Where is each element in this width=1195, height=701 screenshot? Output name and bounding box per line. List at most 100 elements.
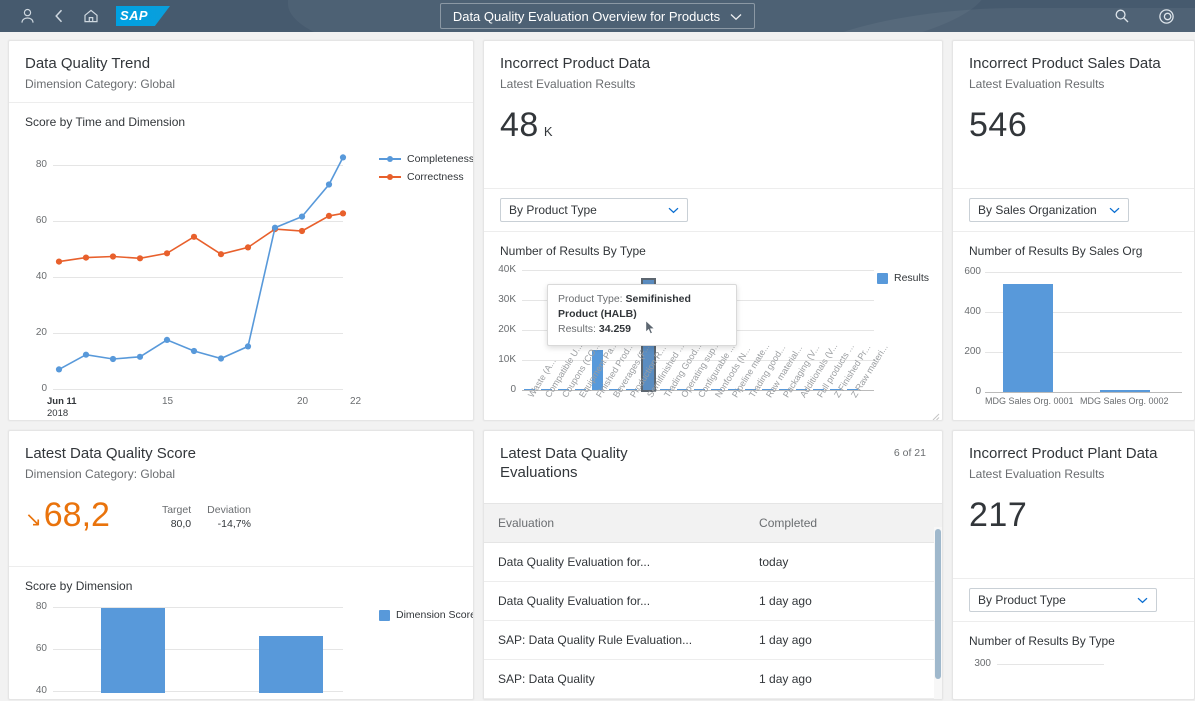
- deviation-group: Deviation -14,7%: [207, 504, 251, 530]
- cell-completed: 1 day ago: [745, 581, 942, 621]
- table-scrollbar[interactable]: [934, 527, 942, 699]
- series-completeness-points: [55, 154, 347, 373]
- table-row[interactable]: Data Quality Evaluation for... 1 day ago: [484, 581, 942, 621]
- chart-title: Score by Dimension: [25, 579, 133, 593]
- evaluations-table[interactable]: Evaluation Completed Data Quality Evalua…: [484, 503, 942, 699]
- table-row[interactable]: SAP: Data Quality 1 day ago: [484, 659, 942, 699]
- y-tick-40k: 40K: [498, 264, 516, 275]
- chart-title: Number of Results By Sales Org: [969, 244, 1143, 258]
- result-count: 6 of 21: [893, 447, 926, 459]
- chart-title: Score by Time and Dimension: [25, 115, 186, 129]
- app-title-button[interactable]: Data Quality Evaluation Overview for Pro…: [439, 3, 756, 29]
- card-header: Incorrect Product Sales Data Latest Eval…: [953, 41, 1194, 102]
- y-tick-60: 60: [35, 215, 47, 226]
- bar-group: [985, 262, 1175, 392]
- card-title: Latest Data Quality Evaluations: [500, 445, 628, 481]
- series-completeness-line: [58, 157, 344, 371]
- column-header-evaluation: Evaluation: [484, 503, 746, 543]
- legend-label: Results: [982, 420, 1017, 421]
- legend-correctness[interactable]: Correctness: [379, 171, 464, 183]
- kpi-value: 217: [969, 496, 1028, 534]
- kpi-value-group: 546: [953, 102, 1194, 146]
- y-tick-0: 0: [975, 386, 981, 397]
- card-incorrect-product-data[interactable]: Incorrect Product Data Latest Evaluation…: [483, 40, 943, 421]
- sales-org-select[interactable]: By Sales Organization: [969, 198, 1129, 222]
- chart-title: Number of Results By Type: [500, 244, 646, 258]
- card-header: Latest Data Quality Score Dimension Cate…: [9, 431, 473, 492]
- bar-chart-plant-results[interactable]: 300 200 Results: [953, 652, 1194, 699]
- cell-completed: today: [745, 542, 942, 582]
- table-row[interactable]: SAP: Data Quality Rule Evaluation... 1 d…: [484, 620, 942, 660]
- y-tick-0: 0: [510, 384, 516, 395]
- dashboard-page: Data Quality Trend Dimension Category: G…: [0, 32, 1195, 701]
- scrollbar-thumb[interactable]: [935, 529, 941, 679]
- filter-row: By Product Type: [484, 189, 942, 231]
- y-tick-80: 80: [35, 159, 47, 170]
- bar-chart-sales-org[interactable]: 600 400 200 0 MDG Sales Org. 0001 MDG Sa…: [953, 262, 1194, 420]
- bar-dimension-2: [259, 636, 323, 693]
- y-tick-300: 300: [974, 658, 991, 669]
- gridline-0: [985, 392, 1182, 393]
- card-title: Incorrect Product Data: [500, 55, 651, 72]
- table-header-row: Evaluation Completed: [484, 503, 942, 543]
- filter-row: By Sales Organization: [953, 189, 1194, 231]
- table-row[interactable]: Data Quality Evaluation for... today: [484, 542, 942, 582]
- card-title: Data Quality Trend: [25, 55, 151, 72]
- bar-mdg-sales-org-0001: [1003, 284, 1053, 392]
- legend-label: Completeness: [407, 153, 474, 165]
- deviation-label: Deviation: [207, 504, 251, 516]
- bar-chart-score-by-dimension[interactable]: 80 60 40 Dimension Score: [9, 597, 473, 699]
- card-latest-data-quality-score[interactable]: Latest Data Quality Score Dimension Cate…: [8, 430, 474, 700]
- y-tick-40: 40: [35, 685, 47, 696]
- target-value: 80,0: [170, 518, 192, 530]
- resize-grip[interactable]: [930, 408, 940, 420]
- card-data-quality-trend[interactable]: Data Quality Trend Dimension Category: G…: [8, 40, 474, 421]
- legend-label: Dimension Score: [396, 609, 473, 621]
- card-grid: Data Quality Trend Dimension Category: G…: [8, 40, 1195, 700]
- legend-dimension-score[interactable]: Dimension Score: [379, 609, 473, 621]
- legend-completeness[interactable]: Completeness: [379, 153, 474, 165]
- tooltip-label-2: Results:: [558, 323, 596, 335]
- legend-results[interactable]: Results: [965, 420, 1017, 421]
- cell-completed: 1 day ago: [745, 620, 942, 660]
- card-incorrect-product-plant-data[interactable]: Incorrect Product Plant Data Latest Eval…: [952, 430, 1195, 700]
- card-header: Data Quality Trend Dimension Category: G…: [9, 41, 473, 102]
- chart-title: Number of Results By Type: [969, 634, 1115, 648]
- product-type-select[interactable]: By Product Type: [969, 588, 1157, 612]
- y-tick-200: 200: [961, 698, 991, 699]
- legend-line-swatch: [379, 173, 401, 180]
- card-incorrect-product-sales-data[interactable]: Incorrect Product Sales Data Latest Eval…: [952, 40, 1195, 421]
- kpi-value: 546: [969, 106, 1028, 144]
- card-subtitle: Latest Evaluation Results: [969, 467, 1105, 481]
- legend-swatch: [379, 609, 390, 621]
- product-type-select[interactable]: By Product Type: [500, 198, 688, 222]
- kpi-value-group: 48 K: [484, 102, 942, 146]
- cell-evaluation: Data Quality Evaluation for...: [484, 542, 746, 582]
- legend-results[interactable]: Results: [877, 272, 929, 284]
- filter-row: By Product Type: [953, 579, 1194, 621]
- legend-line-swatch: [379, 155, 401, 162]
- x-tick-15: 15: [162, 396, 174, 407]
- card-latest-data-quality-evaluations[interactable]: Latest Data Quality Evaluations 6 of 21 …: [483, 430, 943, 700]
- cell-completed: 1 day ago: [745, 659, 942, 699]
- select-value: By Sales Organization: [978, 203, 1097, 217]
- kpi-value-group: 217: [953, 492, 1194, 536]
- y-tick-80: 80: [35, 601, 47, 612]
- y-tick-0: 0: [41, 383, 47, 394]
- chevron-down-icon: [1137, 593, 1148, 607]
- shell-header: SAP Data Quality Evaluation Overview for…: [0, 0, 1195, 32]
- card-subtitle: Latest Evaluation Results: [500, 77, 636, 91]
- card-subtitle: Dimension Category: Global: [25, 467, 176, 481]
- column-header-completed: Completed: [745, 503, 942, 543]
- bar-chart-product-type[interactable]: 40K 30K 20K 10K 0 Waste (A... Compatible…: [484, 262, 942, 420]
- mouse-cursor-icon: [645, 319, 656, 340]
- bar-group: [53, 597, 349, 693]
- x-tick-20: 20: [297, 396, 309, 407]
- kpi-meta-group: Target 80,0 Deviation -14,7%: [162, 494, 251, 530]
- deviation-value: -14,7%: [217, 518, 251, 530]
- y-tick-10k: 10K: [498, 354, 516, 365]
- card-title: Incorrect Product Plant Data: [969, 445, 1158, 462]
- trend-down-icon: ↘: [25, 509, 42, 531]
- line-chart[interactable]: 80 60 40 20 0 Jun 11 2018 15 20 22 Compl…: [9, 133, 473, 420]
- card-header: Incorrect Product Data Latest Evaluation…: [484, 41, 942, 102]
